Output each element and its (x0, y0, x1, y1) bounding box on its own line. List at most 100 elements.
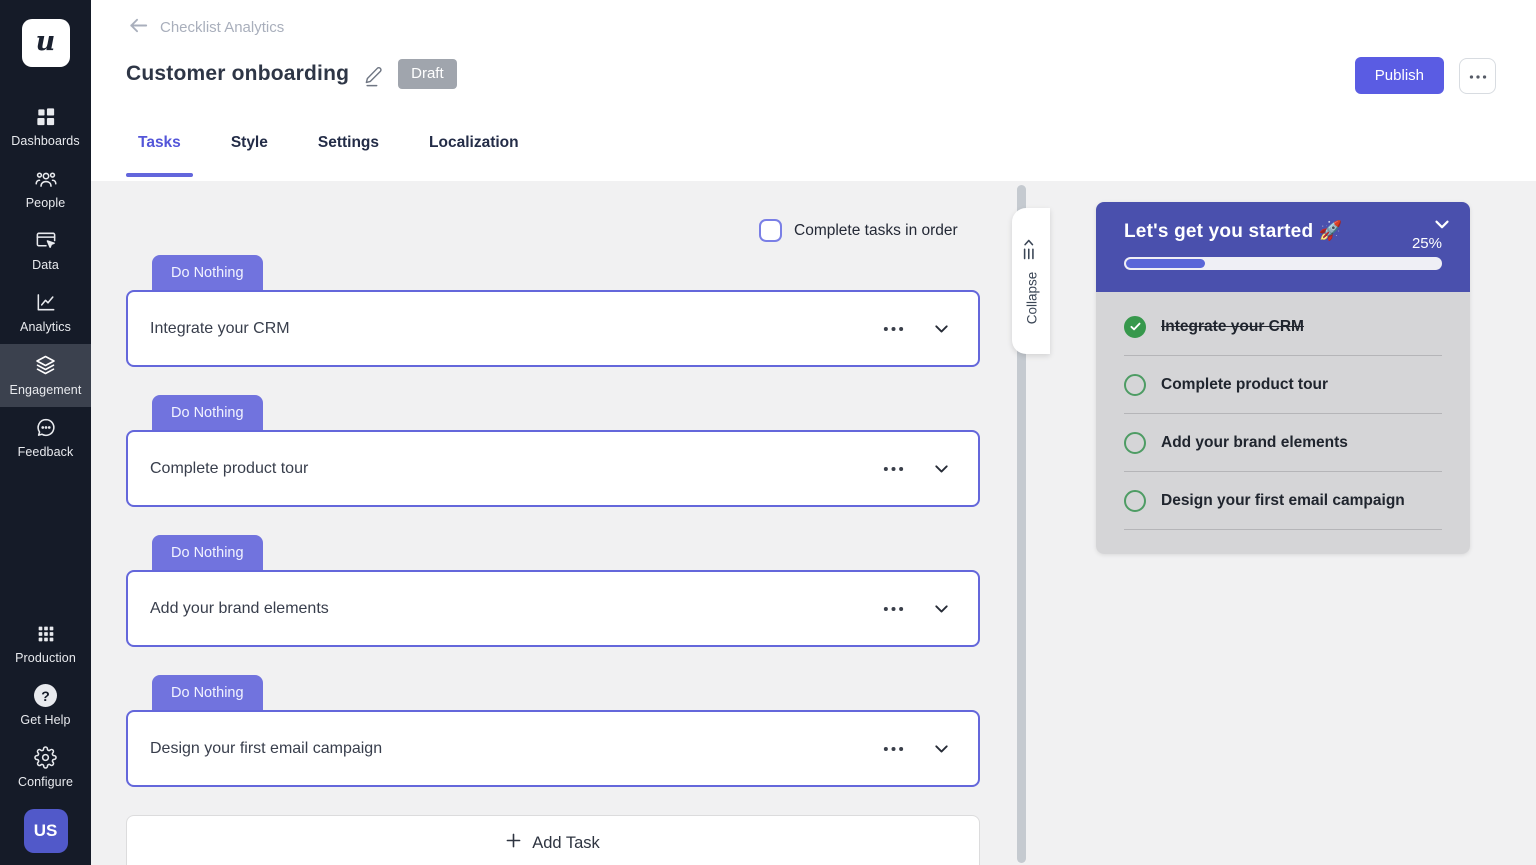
edit-title-icon[interactable] (364, 66, 383, 87)
add-task-button[interactable]: Add Task (126, 815, 980, 865)
sidebar-item-label: Get Help (20, 713, 71, 727)
task-action-badge[interactable]: Do Nothing (152, 395, 263, 430)
sidebar-item-dashboards[interactable]: Dashboards (0, 96, 91, 158)
checklist-preview-header: Let's get you started 🚀 25% (1096, 202, 1470, 292)
plus-icon (506, 833, 521, 853)
grid-dots-icon (35, 623, 57, 645)
sidebar-item-label: Engagement (9, 383, 82, 397)
progress-bar (1124, 257, 1442, 270)
app-logo-letter: u (35, 25, 56, 57)
tab-localization[interactable]: Localization (429, 134, 519, 177)
line-chart-icon (34, 291, 58, 314)
task-action-badge[interactable]: Do Nothing (152, 675, 263, 710)
question-circle-icon: ? (34, 684, 57, 707)
task-card[interactable]: Integrate your CRM (126, 290, 980, 367)
complete-in-order-label: Complete tasks in order (794, 221, 958, 239)
progress-percent: 25% (1411, 235, 1442, 252)
checklist-item[interactable]: Integrate your CRM (1124, 298, 1442, 356)
task-card[interactable]: Complete product tour (126, 430, 980, 507)
task-card[interactable]: Design your first email campaign (126, 710, 980, 787)
checklist-item[interactable]: Complete product tour (1124, 356, 1442, 414)
task-menu-icon[interactable] (881, 464, 906, 474)
sidebar-item-label: People (25, 196, 66, 210)
empty-circle-icon (1124, 431, 1146, 454)
ellipsis-icon (1469, 68, 1487, 83)
task-menu-icon[interactable] (881, 744, 906, 754)
status-badge: Draft (398, 59, 457, 89)
sidebar-item-data[interactable]: Data (0, 220, 91, 282)
task-title: Integrate your CRM (150, 319, 290, 337)
sidebar-item-label: Feedback (17, 445, 74, 459)
breadcrumb[interactable]: Checklist Analytics (127, 14, 284, 41)
task-group: Do Nothing Design your first email campa… (126, 675, 980, 787)
people-group-icon (34, 167, 58, 190)
progress-fill (1126, 259, 1205, 268)
tab-tasks[interactable]: Tasks (126, 134, 193, 177)
collapse-preview-tab[interactable]: Collapse (1012, 208, 1050, 354)
complete-in-order-checkbox[interactable] (759, 219, 782, 242)
task-group: Do Nothing Complete product tour (126, 395, 980, 507)
task-action-badge[interactable]: Do Nothing (152, 255, 263, 290)
task-card[interactable]: Add your brand elements (126, 570, 980, 647)
drag-handle-icon (1021, 238, 1041, 262)
checklist-items: Integrate your CRM Complete product tour… (1096, 292, 1470, 554)
chevron-down-icon[interactable] (929, 736, 954, 761)
check-circle-icon (1124, 315, 1146, 338)
checklist-item-label: Design your first email campaign (1161, 491, 1405, 509)
checklist-item-label: Complete product tour (1161, 375, 1329, 393)
app-logo[interactable]: u (21, 19, 70, 67)
task-menu-icon[interactable] (881, 604, 906, 614)
sidebar-item-people[interactable]: People (0, 158, 91, 220)
user-avatar[interactable]: US (23, 809, 68, 853)
task-title: Design your first email campaign (150, 739, 383, 757)
sidebar-item-configure[interactable]: Configure (0, 737, 91, 799)
sidebar-item-label: Data (32, 258, 59, 272)
empty-circle-icon (1124, 373, 1146, 396)
chevron-down-icon[interactable] (929, 456, 954, 481)
chevron-down-icon[interactable] (929, 596, 954, 621)
checklist-item[interactable]: Add your brand elements (1124, 414, 1442, 472)
checklist-item[interactable]: Design your first email campaign (1124, 472, 1442, 530)
sidebar: u Dashboards People Data Analytics Engag… (0, 0, 91, 865)
data-window-icon (34, 229, 58, 252)
page-title: Customer onboarding (126, 62, 350, 85)
task-list: Do Nothing Integrate your CRM Do Nothing… (126, 255, 980, 865)
sidebar-item-engagement[interactable]: Engagement (0, 344, 91, 407)
dashboards-grid-icon (34, 105, 57, 128)
task-group: Do Nothing Add your brand elements (126, 535, 980, 647)
topbar: Checklist Analytics Customer onboarding … (91, 0, 1536, 181)
chevron-down-icon[interactable] (929, 316, 954, 341)
task-menu-icon[interactable] (881, 324, 906, 334)
chat-bubble-icon (34, 416, 58, 439)
task-group: Do Nothing Integrate your CRM (126, 255, 980, 367)
sidebar-item-label: Configure (17, 775, 74, 789)
tab-style[interactable]: Style (231, 134, 268, 177)
tab-bar: Tasks Style Settings Localization (126, 134, 519, 177)
task-title: Add your brand elements (150, 599, 329, 617)
checklist-item-label: Integrate your CRM (1161, 317, 1304, 335)
publish-button[interactable]: Publish (1354, 57, 1444, 94)
task-action-badge[interactable]: Do Nothing (152, 535, 263, 570)
sidebar-item-label: Production (15, 651, 76, 665)
builder-canvas: Complete tasks in order Do Nothing Integ… (91, 181, 1536, 865)
sidebar-item-label: Dashboards (11, 134, 80, 148)
task-title: Complete product tour (150, 459, 309, 477)
breadcrumb-label: Checklist Analytics (160, 19, 285, 36)
back-arrow-icon[interactable] (127, 14, 150, 41)
layers-icon (33, 353, 58, 377)
collapse-label: Collapse (1023, 271, 1039, 325)
sidebar-item-feedback[interactable]: Feedback (0, 407, 91, 469)
tab-settings[interactable]: Settings (318, 134, 379, 177)
gear-icon (34, 746, 57, 769)
sidebar-item-get-help[interactable]: ? Get Help (0, 675, 91, 737)
checklist-title: Let's get you started 🚀 (1124, 221, 1343, 242)
more-actions-button[interactable] (1459, 57, 1496, 94)
sidebar-item-production[interactable]: Production (0, 614, 91, 675)
checklist-preview: Let's get you started 🚀 25% Integrate yo… (1096, 202, 1470, 554)
checklist-item-label: Add your brand elements (1161, 433, 1348, 451)
sidebar-item-analytics[interactable]: Analytics (0, 282, 91, 344)
empty-circle-icon (1124, 489, 1146, 512)
add-task-label: Add Task (532, 833, 600, 852)
sidebar-item-label: Analytics (20, 320, 71, 334)
collapse-widget-chevron-icon[interactable] (1429, 211, 1455, 237)
